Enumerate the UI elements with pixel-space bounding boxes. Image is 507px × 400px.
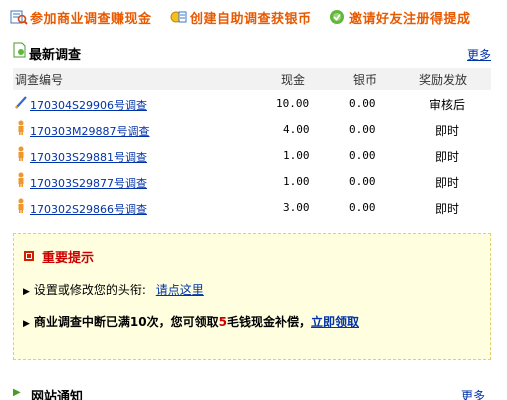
cash-value: 10.00 — [276, 97, 310, 110]
column-header-id: 调查编号 — [15, 73, 64, 87]
latest-more-link[interactable]: 更多 — [467, 46, 491, 63]
table-row: 170303S29881号调查 1.00 0.00 即时 — [13, 142, 491, 168]
create-survey-icon — [170, 9, 188, 25]
notice-icon — [23, 250, 35, 262]
cash-value: 1.00 — [283, 149, 310, 162]
nav-create-survey-label: 创建自助调查获银币 — [190, 11, 312, 27]
survey-icon — [10, 9, 28, 25]
claim-now-link[interactable]: 立即领取 — [311, 315, 359, 329]
title-setting-text: 设置或修改您的头衔: — [33, 283, 146, 297]
document-icon — [13, 42, 27, 58]
top-navigation: 参加商业调查赚现金 创建自助调查获银币 邀请好友注册得提成 — [0, 0, 507, 34]
survey-id-link[interactable]: 170303M29887号调查 — [30, 123, 149, 139]
compensation-amount: 5 — [218, 315, 227, 329]
title-setting-line: ▶ 设置或修改您的头衔: 请点这里 — [23, 281, 204, 298]
coin-value: 0.00 — [349, 175, 376, 188]
title-setting-link[interactable]: 请点这里 — [156, 283, 204, 297]
invite-icon — [329, 9, 347, 25]
payout-value: 即时 — [434, 124, 459, 138]
cash-value: 3.00 — [283, 201, 310, 214]
pencil-icon — [15, 94, 27, 110]
latest-surveys-title: 最新调查 — [29, 48, 82, 63]
site-notice-title: 网站通知 — [31, 390, 84, 400]
payout-value: 即时 — [434, 150, 459, 164]
notice-title: 重要提示 — [42, 251, 95, 266]
latest-surveys-header: 最新调查 更多 — [13, 40, 491, 63]
cash-value: 1.00 — [283, 175, 310, 188]
nav-create-survey[interactable]: 创建自助调查获银币 — [170, 8, 312, 27]
compensation-text-a: 商业调查中断已满10次，您可领取 — [33, 315, 219, 329]
arrow-right-icon: ▶ — [23, 287, 30, 297]
nav-join-survey[interactable]: 参加商业调查赚现金 — [10, 8, 152, 27]
table-row: 170303M29887号调查 4.00 0.00 即时 — [13, 116, 491, 142]
survey-id-link[interactable]: 170303S29881号调查 — [30, 149, 147, 165]
table-row: 170304S29906号调查 10.00 0.00 审核后 — [13, 90, 491, 116]
survey-id-link[interactable]: 170303S29877号调查 — [30, 175, 147, 191]
payout-value: 即时 — [434, 202, 459, 216]
site-notice-more-link[interactable]: 更多 — [461, 387, 485, 400]
coin-value: 0.00 — [349, 97, 376, 110]
cash-value: 4.00 — [283, 123, 310, 136]
site-notice-header: ▶ 网站通知 更多 — [13, 385, 491, 400]
nav-invite-friends-label: 邀请好友注册得提成 — [349, 11, 471, 27]
nav-join-survey-label: 参加商业调查赚现金 — [30, 11, 152, 27]
payout-value: 即时 — [434, 176, 459, 190]
compensation-line: ▶ 商业调查中断已满10次，您可领取5毛钱现金补偿，立即领取 — [23, 313, 359, 330]
person-icon — [15, 172, 27, 188]
survey-id-link[interactable]: 170304S29906号调查 — [30, 97, 147, 113]
person-icon — [15, 120, 27, 136]
column-header-payout: 奖励发放 — [419, 73, 468, 87]
survey-id-link[interactable]: 170302S29866号调查 — [30, 201, 147, 217]
column-header-cash: 现金 — [281, 73, 306, 87]
important-notice-box: 重要提示 ▶ 设置或修改您的头衔: 请点这里 ▶ 商业调查中断已满10次，您可领取5… — [13, 233, 491, 360]
compensation-text-b: 毛钱现金补偿， — [226, 315, 311, 329]
person-icon — [15, 198, 27, 214]
survey-table: 调查编号 现金 银币 奖励发放 170304S29906号调查 10.00 0.… — [13, 68, 491, 220]
arrow-right-icon: ▶ — [23, 319, 30, 329]
payout-value: 审核后 — [428, 98, 465, 112]
coin-value: 0.00 — [349, 149, 376, 162]
nav-invite-friends[interactable]: 邀请好友注册得提成 — [329, 8, 471, 27]
person-icon — [15, 146, 27, 162]
table-row: 170303S29877号调查 1.00 0.00 即时 — [13, 168, 491, 194]
table-row: 170302S29866号调查 3.00 0.00 即时 — [13, 194, 491, 220]
coin-value: 0.00 — [349, 123, 376, 136]
coin-value: 0.00 — [349, 201, 376, 214]
table-header: 调查编号 现金 银币 奖励发放 — [13, 68, 491, 90]
arrow-right-icon: ▶ — [13, 387, 21, 398]
column-header-coins: 银币 — [353, 73, 378, 87]
